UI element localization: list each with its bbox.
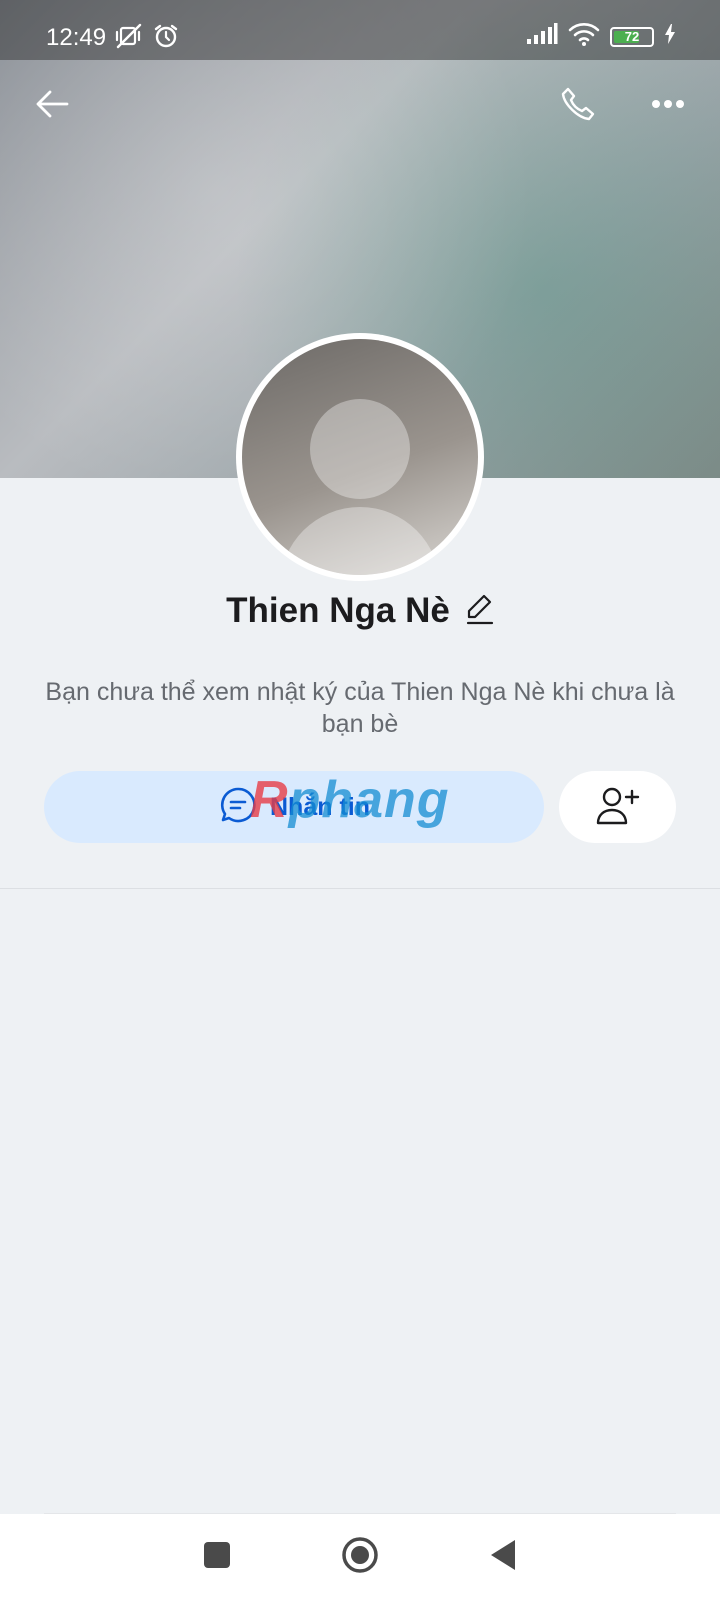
status-icons-left xyxy=(114,22,180,55)
profile-name-row: Thien Nga Nè xyxy=(0,586,720,636)
signal-icon xyxy=(526,23,558,50)
more-icon[interactable] xyxy=(640,80,696,128)
section-divider xyxy=(0,888,720,889)
message-button-label: Nhắn tin xyxy=(270,792,370,821)
status-icons-right: 72 xyxy=(526,22,676,51)
alarm-icon xyxy=(152,22,180,55)
privacy-notice: Bạn chưa thể xem nhật ký của Thien Nga N… xyxy=(45,678,675,738)
home-icon[interactable] xyxy=(341,1536,379,1579)
top-action-bar xyxy=(0,76,720,132)
avatar-frame[interactable] xyxy=(236,333,484,581)
status-time: 12:49 xyxy=(46,24,107,51)
avatar xyxy=(242,339,478,575)
back-icon[interactable] xyxy=(489,1539,517,1576)
wifi-icon xyxy=(568,22,600,51)
chat-bubble-icon xyxy=(218,785,258,830)
avatar-placeholder-body xyxy=(280,507,440,575)
battery-level: 72 xyxy=(624,29,640,44)
charging-icon xyxy=(664,24,676,49)
profile-name: Thien Nga Nè xyxy=(226,591,450,630)
recent-apps-icon[interactable] xyxy=(203,1541,231,1574)
phone-icon[interactable] xyxy=(554,80,602,128)
back-arrow-icon[interactable] xyxy=(28,80,76,128)
add-friend-icon xyxy=(596,785,640,830)
status-bar: 12:49 72 xyxy=(0,0,720,60)
avatar-placeholder-head xyxy=(310,399,410,499)
vibrate-off-icon xyxy=(114,22,144,55)
message-button[interactable]: Nhắn tin xyxy=(44,771,544,843)
pencil-icon[interactable] xyxy=(466,593,494,630)
battery-icon: 72 xyxy=(610,26,654,47)
add-friend-button[interactable] xyxy=(559,771,676,843)
system-nav-bar xyxy=(0,1514,720,1600)
